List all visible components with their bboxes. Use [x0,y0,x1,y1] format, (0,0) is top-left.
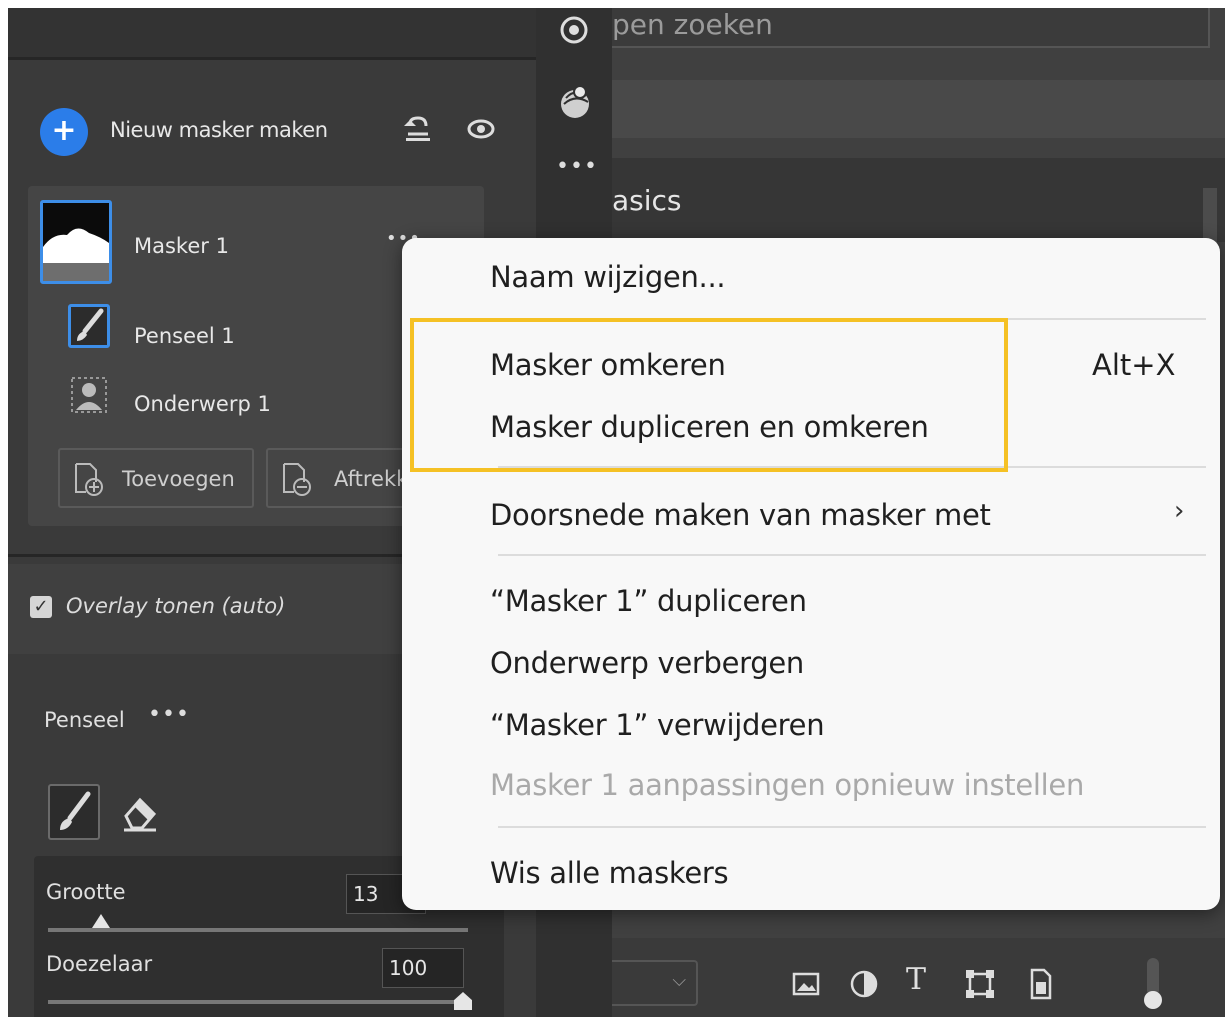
add-button[interactable]: Toevoegen [58,448,254,508]
brush-section-title: Penseel [44,708,125,732]
subtract-mask-icon [280,462,312,496]
menu-invert-mask[interactable]: Masker omkeren [490,348,726,382]
menu-reset-adjustments: Masker 1 aanpassingen opnieuw instellen [490,768,1085,802]
preview-eye-icon[interactable] [558,14,590,46]
size-slider-thumb[interactable] [92,914,110,928]
menu-duplicate-invert[interactable]: Masker dupliceren en omkeren [490,410,929,444]
mask-name[interactable]: Masker 1 [134,234,229,258]
reset-icon[interactable] [400,112,436,148]
size-label: Grootte [46,880,126,904]
visibility-eye-icon[interactable] [466,114,496,144]
brush-tool-button[interactable] [48,784,100,840]
chevron-right-icon: › [1174,496,1185,526]
contrast-icon[interactable] [846,966,882,1002]
document-icon[interactable] [1022,966,1058,1002]
tool-more-icon[interactable]: ••• [556,154,598,179]
mask-context-menu: Naam wijzigen... Masker omkeren Alt+X Ma… [402,238,1220,910]
overlay-label[interactable]: Overlay tonen (auto) [66,594,285,618]
feather-slider-thumb[interactable] [454,992,472,1010]
menu-duplicate[interactable]: “Masker 1” dupliceren [490,584,807,618]
image-icon[interactable] [788,966,824,1002]
new-mask-button[interactable]: + [40,108,88,156]
search-input[interactable]: pen zoeken [612,8,1210,48]
search-placeholder: pen zoeken [612,8,773,41]
mask-thumbnail[interactable] [40,200,112,284]
menu-separator [498,466,1206,468]
menu-delete[interactable]: “Masker 1” verwijderen [490,708,825,742]
menu-clear-all[interactable]: Wis alle maskers [490,856,729,890]
temperature-icon[interactable] [1142,956,1164,1010]
panel-band [612,80,1225,138]
new-mask-label[interactable]: Nieuw masker maken [110,118,328,142]
overlay-checkbox[interactable]: ✓ [30,596,52,618]
feather-label: Doezelaar [46,952,153,976]
bottom-toolbar: ⌵ T [612,938,1225,1017]
menu-separator [498,826,1206,828]
menu-rename[interactable]: Naam wijzigen... [490,260,726,294]
brush-more-icon[interactable]: ••• [148,702,190,727]
masking-sphere-icon[interactable] [558,82,592,122]
component-brush-label[interactable]: Penseel 1 [134,324,235,348]
add-mask-icon [72,462,104,496]
menu-invert-shortcut: Alt+X [1092,348,1176,382]
add-button-label: Toevoegen [122,467,235,491]
menu-hide-subject[interactable]: Onderwerp verbergen [490,646,804,680]
eraser-icon[interactable] [118,788,162,836]
view-select[interactable]: ⌵ [612,960,698,1006]
feather-slider-track[interactable] [48,1000,468,1004]
brush-icon[interactable] [68,304,110,348]
menu-separator [498,318,1206,320]
chevron-down-icon: ⌵ [672,970,686,991]
panel-header-strip [8,8,536,60]
size-slider-track[interactable] [48,928,468,932]
menu-intersect[interactable]: Doorsnede maken van masker met [490,498,991,532]
component-subject-label[interactable]: Onderwerp 1 [134,392,271,416]
basics-title: asics [612,184,682,217]
text-tool-icon[interactable]: T [906,962,926,997]
subject-icon[interactable] [68,374,110,416]
basics-section-header[interactable]: asics [612,158,1225,242]
menu-separator [498,554,1206,556]
transform-icon[interactable] [962,966,998,1002]
feather-input[interactable]: 100 [382,948,464,988]
